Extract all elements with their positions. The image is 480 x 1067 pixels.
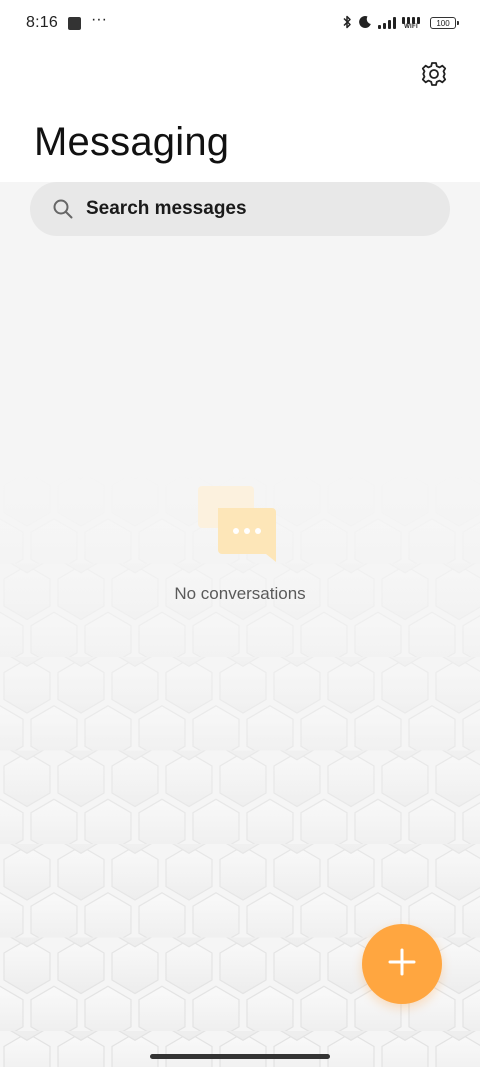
more-dots-icon: ··· xyxy=(90,11,107,28)
bluetooth-icon xyxy=(342,15,352,32)
search-label: Search messages xyxy=(86,198,247,219)
status-time: 8:16 xyxy=(26,14,58,31)
plus-icon xyxy=(387,947,417,982)
signal-icon xyxy=(378,17,396,29)
empty-state-message: No conversations xyxy=(174,584,306,603)
moon-icon xyxy=(358,15,372,32)
settings-button[interactable] xyxy=(418,60,450,92)
home-indicator[interactable] xyxy=(150,1054,330,1059)
status-left: 8:16 ··· xyxy=(26,11,107,32)
battery-icon: 100 xyxy=(430,17,459,29)
status-right: WIFI 100 xyxy=(342,15,459,32)
wifi-icon: WIFI xyxy=(402,16,420,30)
empty-state: No conversations xyxy=(0,480,480,604)
square-notification-icon xyxy=(67,16,81,30)
chat-bubble-icon xyxy=(190,480,290,570)
wifi-label: WIFI xyxy=(404,24,418,30)
page-title: Messaging xyxy=(34,120,230,164)
new-conversation-button[interactable] xyxy=(362,924,442,1004)
battery-level: 100 xyxy=(436,18,450,28)
status-bar: 8:16 ··· WIFI 100 xyxy=(0,0,480,46)
search-icon xyxy=(52,198,74,220)
search-bar[interactable]: Search messages xyxy=(30,182,450,236)
gear-icon xyxy=(420,60,448,93)
